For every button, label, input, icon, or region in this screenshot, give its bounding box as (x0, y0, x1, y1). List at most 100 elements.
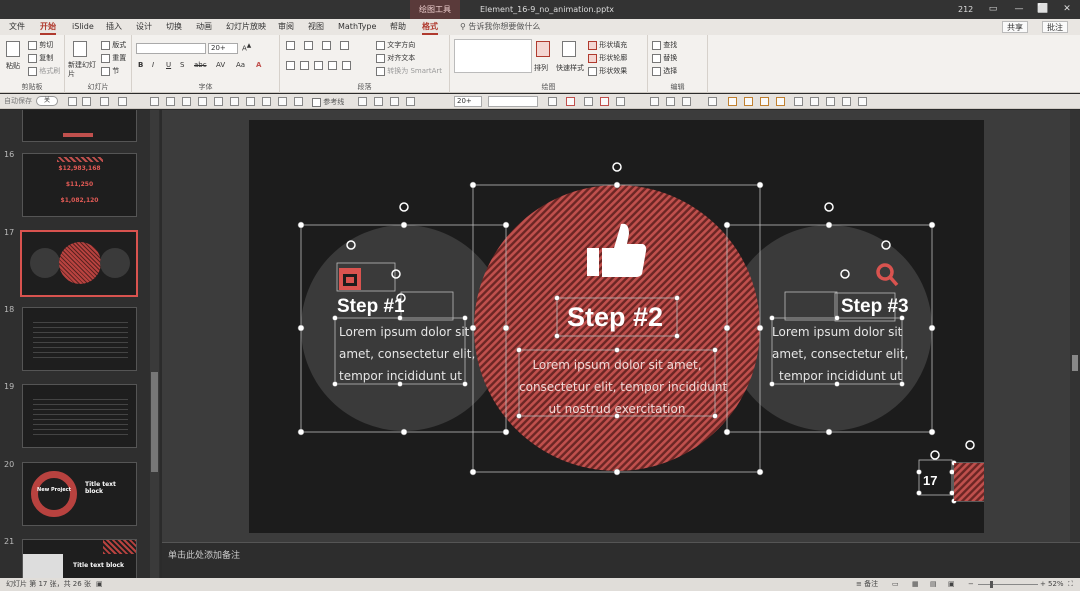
save-icon[interactable] (68, 97, 77, 106)
zoom-out-button[interactable]: − (968, 578, 974, 591)
crop-qat-icon[interactable] (708, 97, 717, 106)
strikethrough-button[interactable]: abc (194, 61, 207, 69)
tab-mathtype[interactable]: MathType (338, 19, 376, 35)
merge-union-icon[interactable] (728, 97, 737, 106)
align-text-button[interactable]: 对齐文本 (376, 53, 415, 63)
select-button[interactable]: 选择 (652, 66, 677, 76)
group-icon[interactable] (358, 97, 367, 106)
shapes-gallery[interactable] (454, 39, 532, 73)
flip-qat-icon[interactable] (682, 97, 691, 106)
numbering-button[interactable] (304, 41, 313, 50)
align-top-qat-icon[interactable] (230, 97, 239, 106)
normal-view-button[interactable]: ▭ (892, 578, 899, 591)
format-shape-qat-icon[interactable] (650, 97, 659, 106)
zoom-level[interactable]: 52% (1048, 578, 1064, 591)
fit-slide-button[interactable]: ⛶ (1068, 578, 1073, 591)
tab-help[interactable]: 帮助 (390, 19, 406, 35)
slide-thumbnail[interactable]: Title text block (22, 539, 137, 578)
tab-insert[interactable]: 插入 (106, 19, 122, 35)
tab-file[interactable]: 文件 (9, 19, 25, 35)
rotate-qat-icon[interactable] (666, 97, 675, 106)
merge-intersect-icon[interactable] (776, 97, 785, 106)
slide-canvas[interactable]: Step #1 Lorem ipsum dolor sit amet, cons… (249, 120, 984, 533)
format-painter-button[interactable]: 格式刷 (28, 66, 60, 76)
step1-title[interactable]: Step #1 (337, 296, 405, 318)
change-case-button[interactable]: Aa (236, 61, 245, 69)
align-left-qat-icon[interactable] (182, 97, 191, 106)
send-backward-icon[interactable] (406, 97, 415, 106)
redo-icon[interactable] (118, 97, 127, 106)
slide-thumbnail[interactable]: $12,983,168 $11,250 $1,082,120 (22, 153, 137, 217)
page-number-shape[interactable] (954, 463, 984, 501)
ribbon-display-button[interactable]: ▭ (980, 0, 1006, 19)
bring-forward-icon[interactable] (390, 97, 399, 106)
ungroup-icon[interactable] (374, 97, 383, 106)
shape-2-icon[interactable] (826, 97, 835, 106)
shape-outline-qat-icon[interactable] (616, 97, 625, 106)
tab-home[interactable]: 开始 (40, 19, 56, 35)
align-center-button[interactable] (300, 61, 309, 70)
font-size-dropdown[interactable]: 20+ (208, 43, 238, 54)
align-right-qat-icon[interactable] (214, 97, 223, 106)
editor-scrollbar[interactable] (1070, 110, 1080, 542)
slideshow-button[interactable]: ▣ (948, 578, 955, 591)
share-button[interactable]: 共享 (1002, 21, 1028, 33)
slide-thumbnail[interactable] (22, 307, 137, 371)
cut-button[interactable]: 剪切 (28, 40, 53, 50)
step2-body[interactable]: Lorem ipsum dolor sit amet, consectetur … (519, 354, 727, 420)
font-name-dropdown[interactable] (136, 43, 206, 54)
slide-page-number[interactable]: 17 (923, 473, 937, 488)
align-center-qat-icon[interactable] (198, 97, 207, 106)
shape-fill-qat-icon[interactable] (600, 97, 609, 106)
font-color-qat-icon[interactable] (566, 97, 575, 106)
thumbnail-scrollbar[interactable] (150, 110, 159, 578)
tab-islide[interactable]: iSlide (72, 19, 94, 35)
shape-1-icon[interactable] (810, 97, 819, 106)
shape-outline-button[interactable]: 形状轮廓 (588, 53, 627, 63)
notes-pane[interactable]: 单击此处添加备注 (162, 542, 1080, 578)
layout-button[interactable]: 版式 (101, 40, 126, 50)
bold-qat-icon[interactable] (548, 97, 557, 106)
minimize-button[interactable]: — (1006, 0, 1032, 19)
start-slideshow-icon[interactable] (82, 97, 91, 106)
zoom-in-button[interactable]: + (1040, 578, 1046, 591)
scrollbar-thumb[interactable] (151, 372, 158, 472)
align-middle-qat-icon[interactable] (246, 97, 255, 106)
autosave-toggle[interactable]: 关 (36, 96, 58, 106)
italic-button[interactable]: I (152, 61, 154, 69)
font-color-button[interactable]: A (256, 61, 261, 69)
distribute-v-icon[interactable] (294, 97, 303, 106)
context-tab-drawing-tools[interactable]: 绘图工具 (410, 0, 460, 19)
qat-font-size-dropdown[interactable]: 20+ (454, 96, 482, 107)
tab-animations[interactable]: 动画 (196, 19, 212, 35)
quick-styles-button[interactable] (562, 41, 576, 57)
change-case-qat-icon[interactable] (858, 97, 867, 106)
align-left-button[interactable] (286, 61, 295, 70)
reset-button[interactable]: 重置 (101, 53, 126, 63)
justify-button[interactable] (328, 61, 337, 70)
close-button[interactable]: ✕ (1054, 0, 1080, 19)
merge-fragment-icon[interactable] (760, 97, 769, 106)
columns-button[interactable] (342, 61, 351, 70)
zoom-slider[interactable] (978, 584, 1038, 585)
maximize-button[interactable]: ⬜ (1030, 0, 1056, 19)
tab-design[interactable]: 设计 (136, 19, 152, 35)
distribute-h-icon[interactable] (278, 97, 287, 106)
normal-view-icon[interactable] (150, 97, 159, 106)
shape-fill-button[interactable]: 形状填充 (588, 40, 627, 50)
char-spacing-button[interactable]: AV (216, 61, 225, 69)
smartart-button[interactable]: 转换为 SmartArt (376, 66, 442, 76)
notes-toggle[interactable]: ≡ 备注 (856, 578, 878, 591)
undo-icon[interactable] (100, 97, 109, 106)
merge-combine-icon[interactable] (744, 97, 753, 106)
align-right-button[interactable] (314, 61, 323, 70)
subtract-icon[interactable] (794, 97, 803, 106)
slide-thumbnail[interactable] (22, 110, 137, 142)
spellcheck-icon[interactable]: ▣ (96, 578, 103, 591)
find-button[interactable]: 查找 (652, 40, 677, 50)
new-slide-button[interactable] (73, 41, 87, 57)
slide-thumbnail[interactable]: New Project Title text block (22, 462, 137, 526)
tab-review[interactable]: 审阅 (278, 19, 294, 35)
tab-slideshow[interactable]: 幻灯片放映 (226, 19, 266, 35)
slide-thumbnail[interactable] (22, 384, 137, 448)
